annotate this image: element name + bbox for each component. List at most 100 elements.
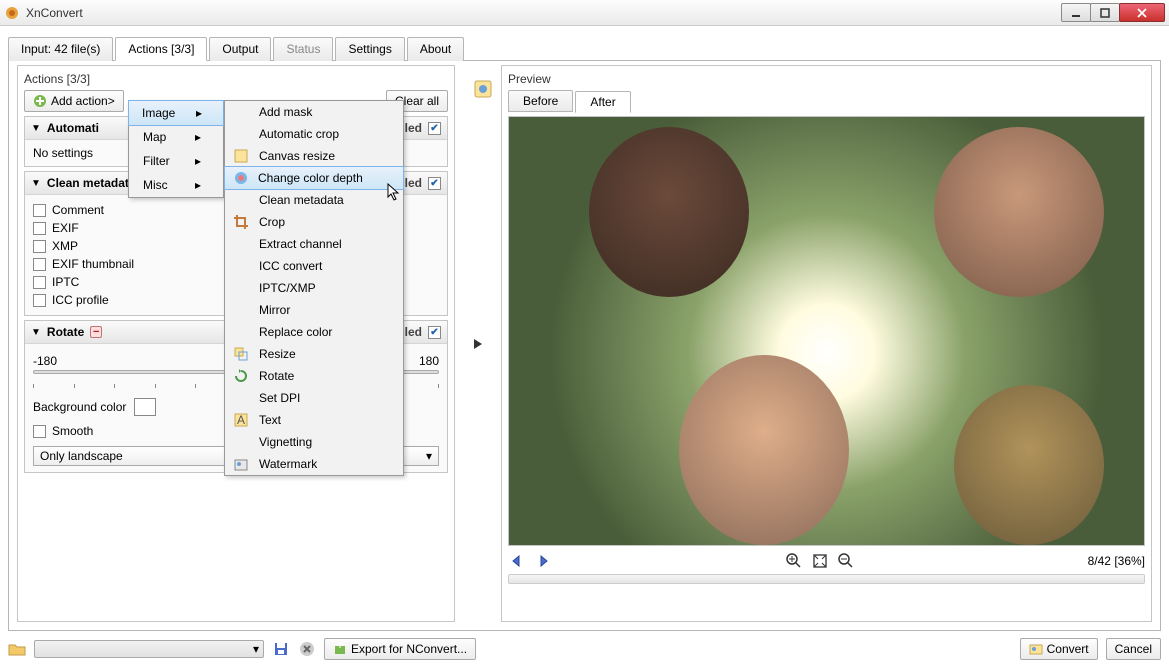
submenu-icc-convert[interactable]: ICC convert bbox=[225, 255, 403, 277]
checkbox[interactable] bbox=[33, 222, 46, 235]
meta-label: EXIF thumbnail bbox=[52, 257, 134, 271]
menu-item-misc[interactable]: Misc▸ bbox=[129, 173, 223, 197]
submenu-automatic-crop[interactable]: Automatic crop bbox=[225, 123, 403, 145]
chevron-down-icon: ▼ bbox=[31, 327, 41, 338]
tab-about[interactable]: About bbox=[407, 37, 464, 61]
minimize-button[interactable] bbox=[1061, 3, 1091, 22]
tab-after[interactable]: After bbox=[575, 91, 630, 113]
preview-panel: Preview Before After 8/42 [36%] bbox=[501, 65, 1152, 622]
prev-image-button[interactable] bbox=[508, 552, 526, 570]
submenu-canvas-resize[interactable]: Canvas resize bbox=[225, 145, 403, 167]
submenu-extract-channel[interactable]: Extract channel bbox=[225, 233, 403, 255]
add-action-button[interactable]: Add action> bbox=[24, 90, 124, 112]
profile-select[interactable]: ▾ bbox=[34, 640, 264, 658]
meta-label: EXIF bbox=[52, 221, 79, 235]
submenu-add-mask[interactable]: Add mask bbox=[225, 101, 403, 123]
preview-tabs: Before After bbox=[508, 90, 1145, 112]
checkbox[interactable] bbox=[33, 294, 46, 307]
section-automatic-title: Automati bbox=[47, 121, 99, 135]
cursor-icon bbox=[387, 183, 403, 203]
checkbox[interactable] bbox=[33, 276, 46, 289]
menu-label: Text bbox=[259, 413, 281, 427]
menu-label: Misc bbox=[143, 178, 168, 192]
zoom-fit-button[interactable] bbox=[811, 552, 829, 570]
submenu-replace-color[interactable]: Replace color bbox=[225, 321, 403, 343]
submenu-rotate[interactable]: Rotate bbox=[225, 365, 403, 387]
submenu-vignetting[interactable]: Vignetting bbox=[225, 431, 403, 453]
zoom-out-button[interactable] bbox=[837, 552, 855, 570]
image-actions-submenu: Add mask Automatic crop Canvas resize Ch… bbox=[224, 100, 404, 476]
enabled-checkbox[interactable] bbox=[428, 326, 441, 339]
menu-label: Resize bbox=[259, 347, 296, 361]
menu-label: Clean metadata bbox=[259, 193, 344, 207]
checkbox[interactable] bbox=[33, 240, 46, 253]
bg-color-swatch[interactable] bbox=[134, 398, 156, 416]
menu-label: Add mask bbox=[259, 105, 312, 119]
resize-icon bbox=[233, 346, 249, 362]
menu-item-filter[interactable]: Filter▸ bbox=[129, 149, 223, 173]
convert-label: Convert bbox=[1047, 642, 1089, 656]
enabled-label: led bbox=[405, 121, 422, 135]
save-button[interactable] bbox=[272, 640, 290, 658]
window-title: XnConvert bbox=[26, 6, 1062, 20]
chevron-right-icon: ▸ bbox=[195, 154, 201, 168]
tab-before[interactable]: Before bbox=[508, 90, 573, 112]
submenu-change-color-depth[interactable]: Change color depth bbox=[224, 166, 404, 190]
preview-toolbar: 8/42 [36%] bbox=[508, 552, 1145, 570]
preview-status: 8/42 [36%] bbox=[1088, 554, 1145, 568]
main-tabs: Input: 42 file(s) Actions [3/3] Output S… bbox=[8, 36, 1161, 61]
preview-scrollbar[interactable] bbox=[508, 574, 1145, 584]
chevron-down-icon: ▼ bbox=[31, 178, 41, 189]
submenu-iptc-xmp[interactable]: IPTC/XMP bbox=[225, 277, 403, 299]
checkbox[interactable] bbox=[33, 204, 46, 217]
tab-status[interactable]: Status bbox=[273, 37, 333, 61]
submenu-text[interactable]: AText bbox=[225, 409, 403, 431]
close-button[interactable] bbox=[1119, 3, 1165, 22]
preview-image[interactable] bbox=[509, 117, 1144, 545]
bottom-bar: ▾ Export for NConvert... Convert Cancel bbox=[8, 638, 1161, 660]
meta-label: ICC profile bbox=[52, 293, 109, 307]
submenu-clean-metadata[interactable]: Clean metadata bbox=[225, 189, 403, 211]
delete-button[interactable] bbox=[298, 640, 316, 658]
next-image-button[interactable] bbox=[534, 552, 552, 570]
menu-label: Automatic crop bbox=[259, 127, 339, 141]
tab-settings[interactable]: Settings bbox=[335, 37, 404, 61]
submenu-watermark[interactable]: Watermark bbox=[225, 453, 403, 475]
maximize-button[interactable] bbox=[1090, 3, 1120, 22]
chevron-right-icon: ▸ bbox=[195, 130, 201, 144]
tab-output[interactable]: Output bbox=[209, 37, 271, 61]
export-icon bbox=[333, 642, 347, 656]
enabled-checkbox[interactable] bbox=[428, 122, 441, 135]
plus-icon bbox=[33, 94, 47, 108]
enabled-label: led bbox=[405, 176, 422, 190]
submenu-crop[interactable]: Crop bbox=[225, 211, 403, 233]
tab-input[interactable]: Input: 42 file(s) bbox=[8, 37, 113, 61]
cancel-button[interactable]: Cancel bbox=[1106, 638, 1161, 660]
remove-section-icon[interactable]: − bbox=[90, 326, 102, 338]
menu-label: Change color depth bbox=[258, 171, 363, 185]
enabled-checkbox[interactable] bbox=[428, 177, 441, 190]
convert-button[interactable]: Convert bbox=[1020, 638, 1098, 660]
checkbox[interactable] bbox=[33, 258, 46, 271]
bg-color-label: Background color bbox=[33, 400, 126, 414]
open-folder-button[interactable] bbox=[8, 640, 26, 658]
menu-item-map[interactable]: Map ▸ bbox=[129, 125, 223, 149]
submenu-set-dpi[interactable]: Set DPI bbox=[225, 387, 403, 409]
preview-refresh-icon[interactable] bbox=[472, 78, 494, 100]
export-nconvert-button[interactable]: Export for NConvert... bbox=[324, 638, 476, 660]
smooth-checkbox[interactable] bbox=[33, 425, 46, 438]
actions-title: Actions [3/3] bbox=[24, 72, 448, 86]
menu-label: Map bbox=[143, 130, 166, 144]
menu-item-image[interactable]: Image▸ bbox=[128, 100, 224, 126]
menu-label: Extract channel bbox=[259, 237, 342, 251]
submenu-mirror[interactable]: Mirror bbox=[225, 299, 403, 321]
arrow-right-icon[interactable] bbox=[467, 333, 489, 355]
smooth-label: Smooth bbox=[52, 424, 93, 438]
zoom-in-button[interactable] bbox=[785, 552, 803, 570]
export-label: Export for NConvert... bbox=[351, 642, 467, 656]
tab-actions[interactable]: Actions [3/3] bbox=[115, 37, 207, 61]
chevron-down-icon: ▼ bbox=[31, 123, 41, 134]
submenu-resize[interactable]: Resize bbox=[225, 343, 403, 365]
preview-title: Preview bbox=[508, 72, 1145, 86]
menu-label: Vignetting bbox=[259, 435, 312, 449]
